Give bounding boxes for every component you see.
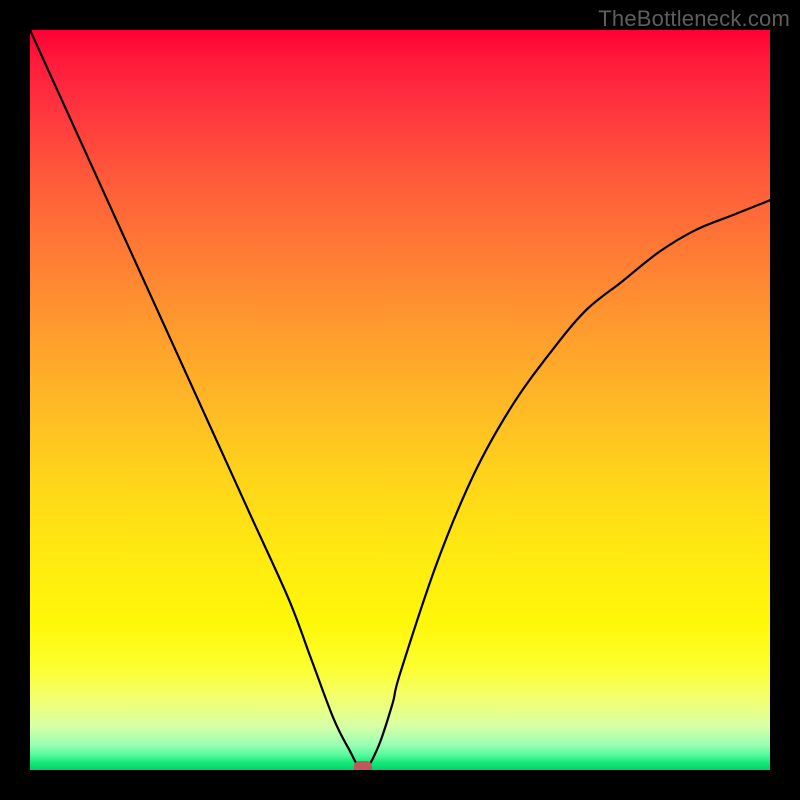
watermark-text: TheBottleneck.com <box>598 6 790 32</box>
plot-area <box>30 30 770 770</box>
bottleneck-curve <box>30 30 770 770</box>
optimal-point-marker <box>354 761 372 770</box>
chart-frame: TheBottleneck.com <box>0 0 800 800</box>
